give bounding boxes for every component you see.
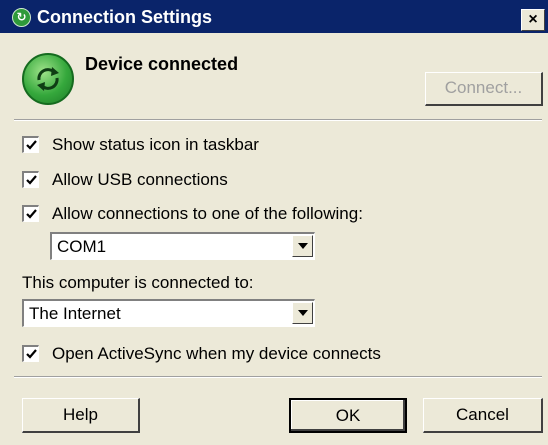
open-activesync-option[interactable]: Open ActiveSync when my device connects xyxy=(22,344,422,365)
open-activesync-checkbox[interactable] xyxy=(22,345,39,362)
separator xyxy=(14,376,542,378)
port-select-value: COM1 xyxy=(57,237,107,256)
network-select-value: The Internet xyxy=(29,304,121,323)
checkmark-icon xyxy=(26,140,37,150)
allow-usb-option[interactable]: Allow USB connections xyxy=(22,170,282,191)
allow-usb-checkbox[interactable] xyxy=(22,171,39,188)
show-status-icon-checkbox[interactable] xyxy=(22,136,39,153)
network-label: This computer is connected to: xyxy=(22,273,254,292)
close-button[interactable]: × xyxy=(521,9,545,31)
title-bar[interactable]: ↻ Connection Settings × xyxy=(0,0,548,33)
connection-status-text: Device connected xyxy=(85,54,239,74)
allow-ports-checkbox[interactable] xyxy=(22,205,39,222)
allow-ports-label: Allow connections to one of the followin… xyxy=(52,204,363,223)
connect-button[interactable]: Connect... xyxy=(425,72,543,106)
allow-usb-label: Allow USB connections xyxy=(52,170,228,189)
separator xyxy=(14,119,542,121)
checkmark-icon xyxy=(26,209,37,219)
sync-arrows-icon xyxy=(22,53,74,105)
sync-arrows-icon: ↻ xyxy=(12,8,31,27)
chevron-down-icon[interactable] xyxy=(292,235,313,257)
open-activesync-label: Open ActiveSync when my device connects xyxy=(52,344,381,363)
show-status-icon-label: Show status icon in taskbar xyxy=(52,135,259,154)
cancel-button[interactable]: Cancel xyxy=(423,398,543,433)
network-select[interactable]: The Internet xyxy=(22,299,315,327)
window-title: Connection Settings xyxy=(37,7,212,27)
help-button[interactable]: Help xyxy=(22,398,140,433)
ok-button[interactable]: OK xyxy=(289,398,407,433)
checkmark-icon xyxy=(26,349,37,359)
connection-settings-dialog: ↻ Connection Settings × Device connected… xyxy=(0,0,548,445)
allow-ports-option[interactable]: Allow connections to one of the followin… xyxy=(22,204,402,225)
port-select[interactable]: COM1 xyxy=(50,232,315,260)
chevron-down-icon[interactable] xyxy=(292,302,313,324)
show-status-icon-option[interactable]: Show status icon in taskbar xyxy=(22,135,322,156)
checkmark-icon xyxy=(26,175,37,185)
